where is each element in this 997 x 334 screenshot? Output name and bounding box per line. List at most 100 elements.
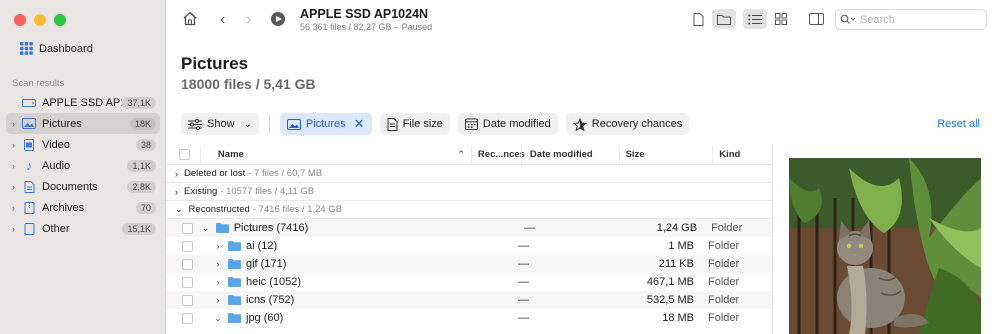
select-all-checkbox[interactable]	[179, 149, 190, 160]
row-checkbox[interactable]	[182, 276, 193, 288]
chevron-right-icon[interactable]: ›	[212, 295, 224, 305]
back-arrow-icon[interactable]: ‹	[220, 11, 225, 29]
group-reconstructed[interactable]: ⌄ Reconstructed - 7416 files / 1,24 GB	[166, 201, 772, 219]
recovery-chances-filter-button[interactable]: Recovery chances	[565, 113, 690, 135]
row-checkbox[interactable]	[182, 312, 193, 324]
date-cell: —	[518, 258, 529, 270]
count-badge: 18K	[129, 117, 156, 130]
video-icon	[22, 138, 36, 151]
chevron-down-icon[interactable]: ⌄	[200, 223, 212, 234]
pictures-filter-chip[interactable]: Pictures ✕	[279, 113, 372, 135]
sidebar-item-disk[interactable]: APPLE SSD AP1... 37,1K	[6, 92, 160, 113]
column-header-kind[interactable]: Kind	[712, 144, 772, 165]
forward-arrow-icon[interactable]: ›	[246, 11, 251, 29]
home-icon[interactable]	[182, 11, 198, 29]
sidebar-item-archives[interactable]: › Archives 70	[6, 197, 160, 218]
folder-icon	[228, 259, 241, 269]
row-checkbox[interactable]	[182, 240, 193, 252]
column-size-label: Size	[625, 149, 645, 160]
chevron-down-icon[interactable]: ⌄	[175, 204, 183, 215]
show-filter-button[interactable]: Show ⌄	[181, 113, 259, 135]
show-filter-label: Show	[207, 118, 235, 130]
chevron-right-icon[interactable]: ›	[12, 203, 22, 213]
column-header-recovery[interactable]: Rec...nces	[470, 144, 525, 165]
row-checkbox[interactable]	[182, 258, 193, 270]
count-badge: 37,1K	[122, 96, 156, 109]
group-deleted[interactable]: › Deleted or lost - 7 files / 60,7 MB	[166, 165, 772, 183]
chevron-right-icon[interactable]: ›	[12, 140, 22, 150]
column-header-size[interactable]: Size	[618, 144, 713, 165]
group-info: - 10577 files / 4,11 GB	[220, 186, 315, 197]
disk-icon	[22, 97, 36, 109]
chevron-right-icon[interactable]: ›	[12, 182, 22, 192]
row-name: Pictures (7416)	[233, 222, 309, 234]
row-checkbox[interactable]	[182, 222, 193, 234]
preview-image	[789, 158, 981, 334]
grid-view-button[interactable]	[769, 9, 793, 29]
close-window-button[interactable]	[14, 14, 26, 26]
search-input[interactable]	[860, 13, 970, 26]
chevron-right-icon[interactable]: ›	[212, 259, 224, 269]
date-modified-filter-button[interactable]: Date modified	[457, 113, 558, 135]
folder-view-button[interactable]	[712, 9, 736, 29]
search-field[interactable]	[835, 9, 987, 30]
document-icon	[22, 180, 36, 193]
count-badge: 70	[135, 201, 156, 214]
date-cell: —	[518, 312, 529, 324]
group-existing[interactable]: › Existing - 10577 files / 4,11 GB	[166, 183, 772, 201]
date-cell: —	[518, 294, 529, 306]
chevron-right-icon[interactable]: ›	[175, 169, 178, 179]
folder-icon	[228, 313, 241, 323]
folder-icon	[228, 295, 241, 305]
column-rec-label: Rec...nces	[477, 149, 525, 160]
sidebar-item-video[interactable]: › Video 38	[6, 134, 160, 155]
list-view-button[interactable]	[743, 9, 767, 29]
row-check-cell	[166, 294, 200, 306]
picture-icon	[22, 118, 36, 130]
chevron-down-icon[interactable]: ⌄	[212, 313, 224, 324]
chevron-right-icon[interactable]: ›	[212, 277, 224, 287]
file-view-button[interactable]	[686, 9, 710, 29]
chevron-right-icon[interactable]: ›	[12, 224, 22, 234]
sliders-icon	[188, 118, 202, 130]
sidebar-item-other[interactable]: › Other 15,1K	[6, 218, 160, 239]
table-row[interactable]: › gif (171) — 211 KB Folder	[166, 255, 772, 273]
chevron-right-icon[interactable]: ›	[12, 161, 22, 171]
row-checkbox[interactable]	[182, 294, 193, 306]
preview-divider[interactable]	[772, 145, 773, 334]
sidebar-item-audio[interactable]: › ♪ Audio 1,1K	[6, 155, 160, 176]
toggle-preview-button[interactable]	[804, 9, 828, 29]
chevron-right-icon[interactable]: ›	[175, 187, 178, 197]
minimize-window-button[interactable]	[34, 14, 46, 26]
scan-status: 56 361 files / 82,27 GB – Paused	[300, 22, 433, 32]
column-header-date[interactable]: Date modified	[520, 144, 619, 165]
filter-divider	[268, 115, 270, 133]
table-row[interactable]: ⌄ Pictures (7416) — 1,24 GB Folder	[166, 219, 772, 237]
chevron-right-icon[interactable]: ›	[212, 241, 224, 251]
chevron-down-icon: ⌄	[243, 118, 252, 130]
name-cell: › gif (171)	[200, 258, 472, 270]
size-cell: 1,24 GB	[656, 222, 698, 234]
table-row[interactable]: › heic (1052) — 467,1 MB Folder	[166, 273, 772, 291]
sidebar-item-dashboard[interactable]: Dashboard	[20, 42, 93, 55]
table-row[interactable]: ⌄ jpg (60) — 18 MB Folder	[166, 309, 772, 327]
zoom-window-button[interactable]	[54, 14, 66, 26]
table-row[interactable]: › ai (12) — 1 MB Folder	[166, 237, 772, 255]
row-check-cell	[166, 276, 200, 288]
table-row[interactable]: › icns (752) — 532,5 MB Folder	[166, 291, 772, 309]
sidebar-item-label: Pictures	[42, 117, 82, 130]
column-kind-label: Kind	[719, 149, 741, 160]
row-name: gif (171)	[246, 258, 287, 270]
star-sparkle-icon	[572, 117, 587, 131]
sidebar-item-pictures[interactable]: › Pictures 18K	[6, 113, 160, 134]
row-check-cell	[166, 222, 200, 234]
column-header-name[interactable]: Name ⌃	[199, 144, 471, 165]
resume-scan-button[interactable]	[271, 12, 285, 26]
reset-all-link[interactable]: Reset all	[937, 118, 980, 130]
page-title: Pictures	[181, 54, 249, 73]
sidebar-item-label: Documents	[42, 180, 98, 193]
chevron-right-icon[interactable]: ›	[12, 119, 22, 129]
sidebar-item-documents[interactable]: › Documents 2,8K	[6, 176, 160, 197]
close-icon[interactable]: ✕	[354, 116, 365, 132]
file-size-filter-button[interactable]: File size	[379, 113, 450, 135]
